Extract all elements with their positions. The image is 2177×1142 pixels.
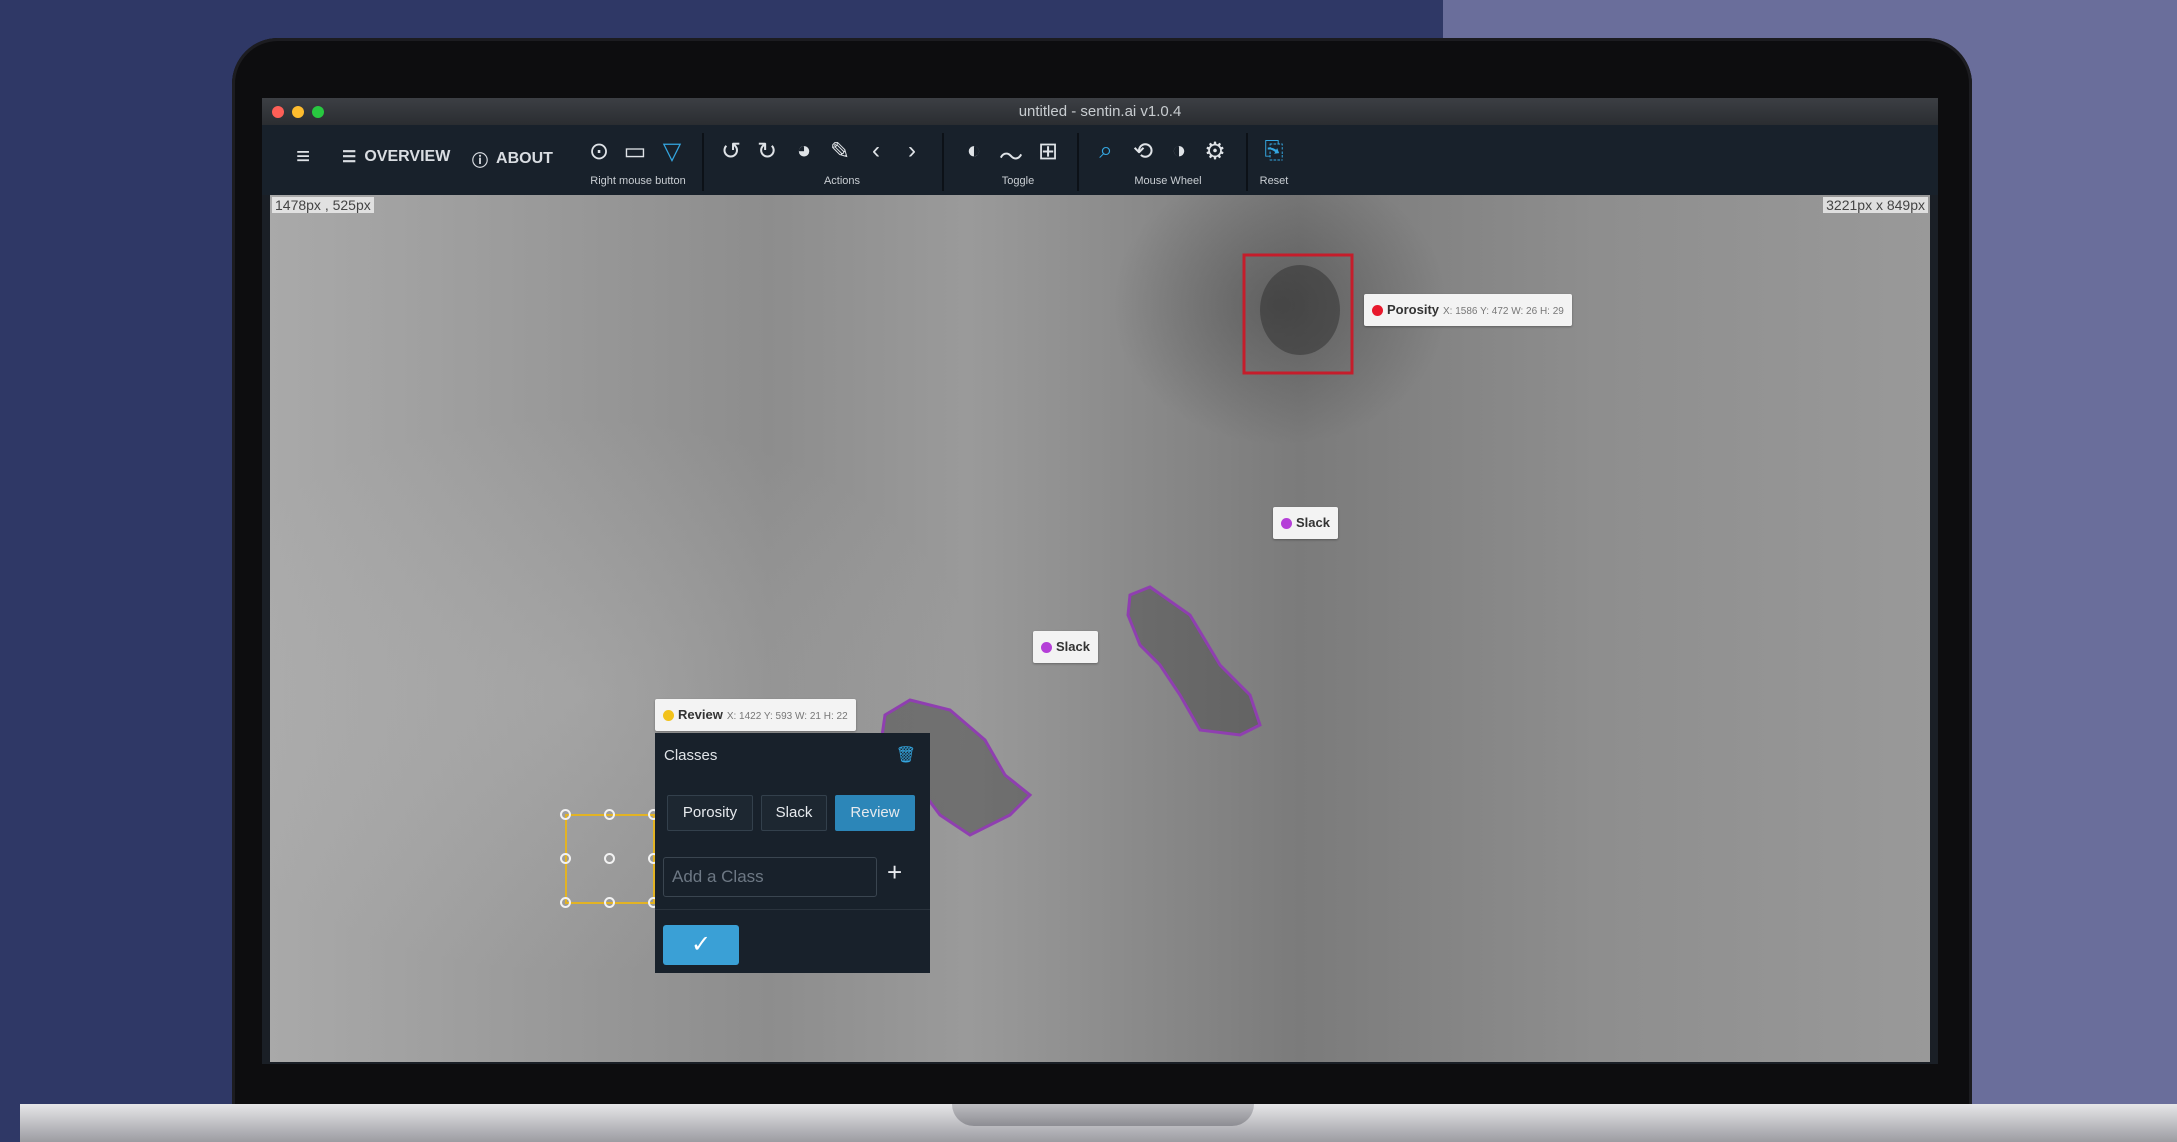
rectangle-icon[interactable]: ▭ <box>620 137 650 166</box>
class-button-slack[interactable]: Slack <box>761 795 827 831</box>
separator <box>1077 133 1079 191</box>
overview-label: OVERVIEW <box>364 148 451 165</box>
grid-icon[interactable]: ⊞ <box>1033 137 1063 166</box>
paperclip-icon[interactable]: ✎ <box>825 137 855 166</box>
class-color-dot <box>663 710 674 722</box>
menu-icon[interactable]: ≡ <box>288 143 318 171</box>
prev-icon[interactable]: ‹ <box>861 137 891 165</box>
annotation-label-slack[interactable]: Slack <box>1033 631 1098 663</box>
about-label: ABOUT <box>496 150 553 167</box>
annotation-meta: X: 1422 Y: 593 W: 21 H: 22 <box>726 711 848 722</box>
annotation-label-slack[interactable]: Slack <box>1273 507 1338 539</box>
resize-handle[interactable] <box>560 809 571 820</box>
separator <box>702 133 704 191</box>
brightness-icon[interactable]: ◑ <box>1164 137 1194 165</box>
class-color-dot <box>1041 642 1052 654</box>
separator <box>1246 133 1248 191</box>
annotation-class: Review <box>678 707 723 722</box>
class-popup: Classes 🗑 Porosity Slack Review + ✓ <box>655 733 930 973</box>
group-label-reset: Reset <box>1259 175 1289 187</box>
annotation-label-review[interactable]: Review X: 1422 Y: 593 W: 21 H: 22 <box>655 699 856 731</box>
pan-icon[interactable]: ⟲ <box>1128 137 1158 166</box>
group-label-toggle: Toggle <box>1001 175 1035 187</box>
gear-icon[interactable]: ⚙ <box>1200 137 1230 166</box>
overview-icon: ☰ <box>342 149 357 166</box>
reset-icon[interactable]: ⎘ <box>1259 137 1289 165</box>
class-color-dot <box>1372 305 1383 317</box>
palette-icon[interactable]: ◕ <box>789 137 819 165</box>
group-label-mouse-wheel: Mouse Wheel <box>1134 175 1202 187</box>
polygon-icon[interactable]: ▽ <box>657 137 687 166</box>
close-window-button[interactable] <box>272 106 284 118</box>
about-button[interactable]: ⓘ ABOUT <box>472 147 553 171</box>
annotation-label-porosity[interactable]: Porosity X: 1586 Y: 472 W: 26 H: 29 <box>1364 294 1572 326</box>
app-window: untitled - sentin.ai v1.0.4 ≡ ☰ OVERVIEW… <box>262 98 1938 1064</box>
popup-title: Classes <box>664 747 718 764</box>
image-canvas[interactable]: 1478px , 525px 3221px x 849px Porosity X:… <box>270 195 1930 1062</box>
next-icon[interactable]: › <box>897 137 927 165</box>
resize-handle[interactable] <box>560 897 571 908</box>
rotate-left-icon[interactable]: ↺ <box>716 137 746 166</box>
class-button-porosity[interactable]: Porosity <box>667 795 753 831</box>
zoom-window-button[interactable] <box>312 106 324 118</box>
annotation-class: Porosity <box>1387 302 1440 317</box>
class-color-dot <box>1281 518 1292 530</box>
window-title: untitled - sentin.ai v1.0.4 <box>1018 103 1182 120</box>
add-class-plus-icon[interactable]: + <box>887 857 902 888</box>
zoom-icon[interactable]: ⌕ <box>1091 137 1121 165</box>
laptop-notch <box>952 1104 1254 1126</box>
check-icon: ✓ <box>690 931 712 958</box>
group-label-right-mouse: Right mouse button <box>590 175 686 187</box>
resize-handle[interactable] <box>604 897 615 908</box>
minimize-window-button[interactable] <box>292 106 304 118</box>
trash-icon[interactable]: 🗑 <box>896 745 916 765</box>
defect-dark-spot <box>1260 265 1340 355</box>
slack-polygon[interactable] <box>1126 585 1262 737</box>
point-icon[interactable]: ⊙ <box>584 137 614 166</box>
group-label-actions: Actions <box>823 175 861 187</box>
annotation-class: Slack <box>1296 515 1330 530</box>
overview-button[interactable]: ☰ OVERVIEW <box>342 147 450 167</box>
contrast-icon[interactable]: ◐ <box>959 137 989 165</box>
confirm-button[interactable]: ✓ <box>663 925 739 965</box>
resize-handle[interactable] <box>560 853 571 864</box>
curve-icon[interactable]: 〜 <box>996 137 1026 172</box>
resize-handle[interactable] <box>604 809 615 820</box>
title-bar: untitled - sentin.ai v1.0.4 <box>262 98 1938 125</box>
resize-handle[interactable] <box>604 853 615 864</box>
divider <box>655 909 930 910</box>
rotate-right-icon[interactable]: ↻ <box>752 137 782 166</box>
info-icon: ⓘ <box>472 153 489 170</box>
annotation-class: Slack <box>1056 639 1090 654</box>
add-class-input[interactable] <box>663 857 877 897</box>
annotation-layer <box>565 253 1354 904</box>
annotation-meta: X: 1586 Y: 472 W: 26 H: 29 <box>1443 306 1564 317</box>
toolbar: ≡ ☰ OVERVIEW ⓘ ABOUT ⊙ ▭ ▽ Right mouse b… <box>262 125 1938 195</box>
class-button-review[interactable]: Review <box>835 795 915 831</box>
separator <box>942 133 944 191</box>
